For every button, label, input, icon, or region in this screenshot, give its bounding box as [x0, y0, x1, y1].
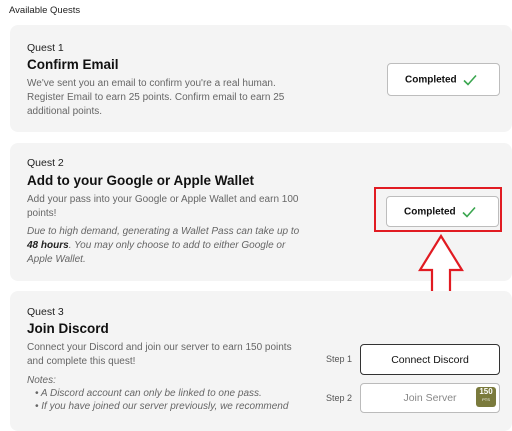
quest-title: Confirm Email: [27, 57, 119, 72]
points-badge: 150 PTS: [476, 387, 496, 407]
notes-title: Notes:: [27, 375, 56, 386]
quest-description: Add your pass into your Google or Apple …: [27, 194, 299, 219]
checkmark-icon: [463, 74, 477, 86]
quest-note: Due to high demand, generating a Wallet …: [27, 226, 300, 265]
quest-number: Quest 3: [27, 306, 64, 318]
step-1-label: Step 1: [326, 354, 353, 364]
quest-description: We've sent you an email to confirm you'r…: [27, 78, 285, 117]
highlight-box: [374, 187, 502, 232]
note-bold-duration: 48 hours: [27, 240, 69, 251]
quest-description: Connect your Discord and join our server…: [27, 342, 292, 367]
join-server-button[interactable]: Join Server 150 PTS: [360, 383, 500, 413]
completed-status-button[interactable]: Completed: [387, 63, 500, 96]
connect-discord-button[interactable]: Connect Discord: [360, 344, 500, 375]
quest-number: Quest 1: [27, 42, 64, 54]
quest-title: Join Discord: [27, 321, 109, 336]
section-title: Available Quests: [9, 5, 81, 16]
note-item: • If you have joined our server previous…: [35, 401, 289, 412]
quest-card-confirm-email: Quest 1 Confirm Email We've sent you an …: [10, 25, 512, 132]
note-item: • A Discord account can only be linked t…: [35, 388, 262, 399]
status-label: Completed: [405, 74, 457, 85]
quest-card-discord: Quest 3 Join Discord Connect your Discor…: [10, 291, 512, 431]
step-2-label: Step 2: [326, 393, 353, 403]
quest-title: Add to your Google or Apple Wallet: [27, 173, 254, 188]
quest-number: Quest 2: [27, 157, 64, 169]
